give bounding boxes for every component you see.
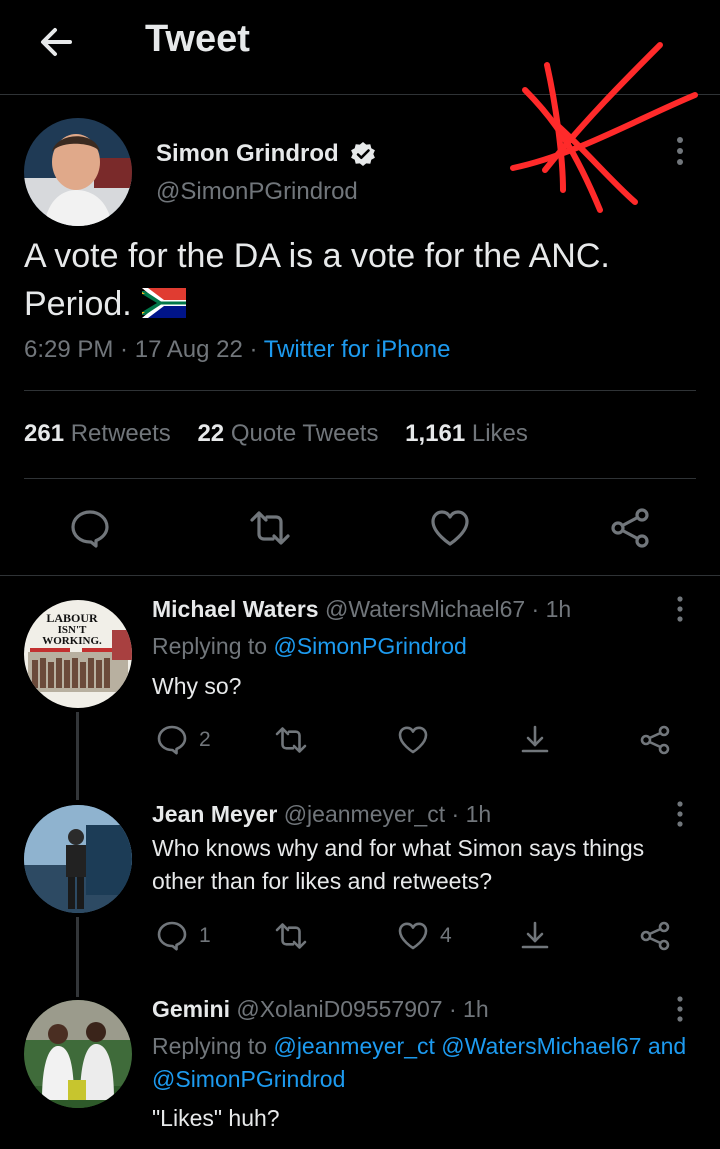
reply-icon — [157, 921, 187, 951]
reply-header: Michael Waters @WatersMichael67 · 1h — [152, 596, 572, 622]
tweet-text: A vote for the DA is a vote for the ANC.… — [24, 232, 704, 328]
share-icon — [640, 725, 670, 755]
verified-badge-icon — [350, 141, 376, 167]
reply-author-name[interactable]: Michael Waters — [152, 596, 319, 622]
share-action[interactable] — [638, 722, 672, 758]
tweet-meta: 6:29 PM · 17 Aug 22 · Twitter for iPhone — [24, 336, 451, 363]
reply-text: Why so? — [152, 673, 242, 699]
download-icon — [521, 921, 549, 949]
divider — [0, 575, 720, 576]
like-heart-icon — [398, 922, 428, 950]
reply-avatar-michael-waters[interactable]: LABOUR ISN'T WORKING. — [24, 600, 132, 708]
top-bar: Tweet — [0, 0, 720, 95]
like-count: 4 — [440, 924, 452, 947]
replying-to-mention[interactable]: @SimonPGrindrod — [152, 1066, 345, 1092]
replying-to-and: and — [647, 1033, 687, 1059]
retweet-icon[interactable] — [248, 506, 292, 550]
like-heart-icon[interactable] — [428, 506, 472, 550]
tweet-stats: 261 Retweets 22 Quote Tweets 1,161 Likes — [24, 420, 548, 448]
replying-to-mention[interactable]: @jeanmeyer_ct — [273, 1033, 434, 1059]
replying-to-mention[interactable]: @SimonPGrindrod — [273, 633, 466, 659]
reply-header: Jean Meyer @jeanmeyer_ct · 1h — [152, 801, 492, 827]
avatar-poster-text-3: WORKING. — [42, 635, 102, 647]
reply-text: "Likes" huh? — [152, 1105, 280, 1131]
reply-time: 1h — [545, 596, 572, 622]
replying-to-prefix: Replying to — [152, 1033, 268, 1059]
author-avatar[interactable] — [24, 118, 132, 226]
reply-more-options-icon[interactable] — [668, 799, 692, 829]
download-action[interactable] — [518, 722, 552, 758]
retweets-count[interactable]: 261 — [24, 420, 64, 447]
tweet-date: 17 Aug 22 — [134, 336, 243, 363]
replying-to-line: Replying to @jeanmeyer_ct @WatersMichael… — [152, 1030, 702, 1096]
tweet-source-link[interactable]: Twitter for iPhone — [264, 336, 451, 363]
divider — [24, 390, 696, 391]
reply-author-name[interactable]: Gemini — [152, 996, 230, 1022]
retweet-action[interactable] — [274, 918, 308, 954]
reply-count: 1 — [199, 924, 211, 947]
download-action[interactable] — [518, 918, 552, 954]
reply-author-handle[interactable]: @WatersMichael67 — [325, 596, 525, 622]
reply-icon[interactable] — [68, 506, 112, 550]
reply-icon — [157, 725, 187, 755]
author-name[interactable]: Simon Grindrod — [156, 140, 339, 168]
reply-avatar-gemini[interactable] — [24, 1000, 132, 1108]
reply-author-name[interactable]: Jean Meyer — [152, 801, 277, 827]
like-action[interactable] — [396, 722, 430, 758]
more-options-icon[interactable] — [668, 134, 692, 168]
like-action[interactable]: 4 — [396, 918, 452, 954]
replying-to-prefix: Replying to — [152, 633, 268, 659]
share-icon — [640, 921, 670, 951]
south-africa-flag-icon — [141, 288, 186, 319]
back-arrow-icon[interactable] — [36, 22, 76, 62]
retweet-icon — [275, 727, 307, 753]
quote-tweets-count[interactable]: 22 — [197, 420, 224, 447]
share-action[interactable] — [638, 918, 672, 954]
reply-count: 2 — [199, 728, 211, 751]
like-heart-icon — [398, 726, 428, 754]
retweet-action[interactable] — [274, 722, 308, 758]
reply-header: Gemini @XolaniD09557907 · 1h — [152, 996, 489, 1022]
thread-connector — [76, 917, 79, 997]
replying-to-mention[interactable]: @WatersMichael67 — [441, 1033, 641, 1059]
retweets-label[interactable]: Retweets — [71, 420, 171, 447]
tweet-time: 6:29 PM — [24, 336, 114, 363]
retweet-icon — [275, 923, 307, 949]
reply-text: Who knows why and for what Simon says th… — [152, 835, 645, 894]
tweet-body: A vote for the DA is a vote for the ANC.… — [24, 237, 610, 323]
divider — [24, 478, 696, 479]
reply-more-options-icon[interactable] — [668, 594, 692, 624]
reply-action[interactable]: 1 — [155, 918, 211, 954]
author-handle[interactable]: @SimonPGrindrod — [156, 178, 358, 206]
reply-time: 1h — [463, 996, 489, 1022]
reply-more-options-icon[interactable] — [668, 994, 692, 1024]
download-icon — [521, 725, 549, 753]
reply-author-handle[interactable]: @jeanmeyer_ct — [284, 801, 445, 827]
reply-avatar-jean-meyer[interactable] — [24, 805, 132, 913]
thread-connector — [76, 712, 79, 800]
share-icon[interactable] — [608, 506, 652, 550]
reply-time: 1h — [465, 801, 492, 827]
page-title: Tweet — [145, 18, 250, 60]
replying-to-line: Replying to @SimonPGrindrod — [152, 630, 702, 663]
likes-count[interactable]: 1,161 — [405, 420, 465, 447]
quote-tweets-label[interactable]: Quote Tweets — [231, 420, 379, 447]
likes-label[interactable]: Likes — [472, 420, 528, 447]
avatar-poster-text-1: LABOUR — [46, 611, 98, 625]
reply-author-handle[interactable]: @XolaniD09557907 — [236, 996, 442, 1022]
reply-action[interactable]: 2 — [155, 722, 211, 758]
